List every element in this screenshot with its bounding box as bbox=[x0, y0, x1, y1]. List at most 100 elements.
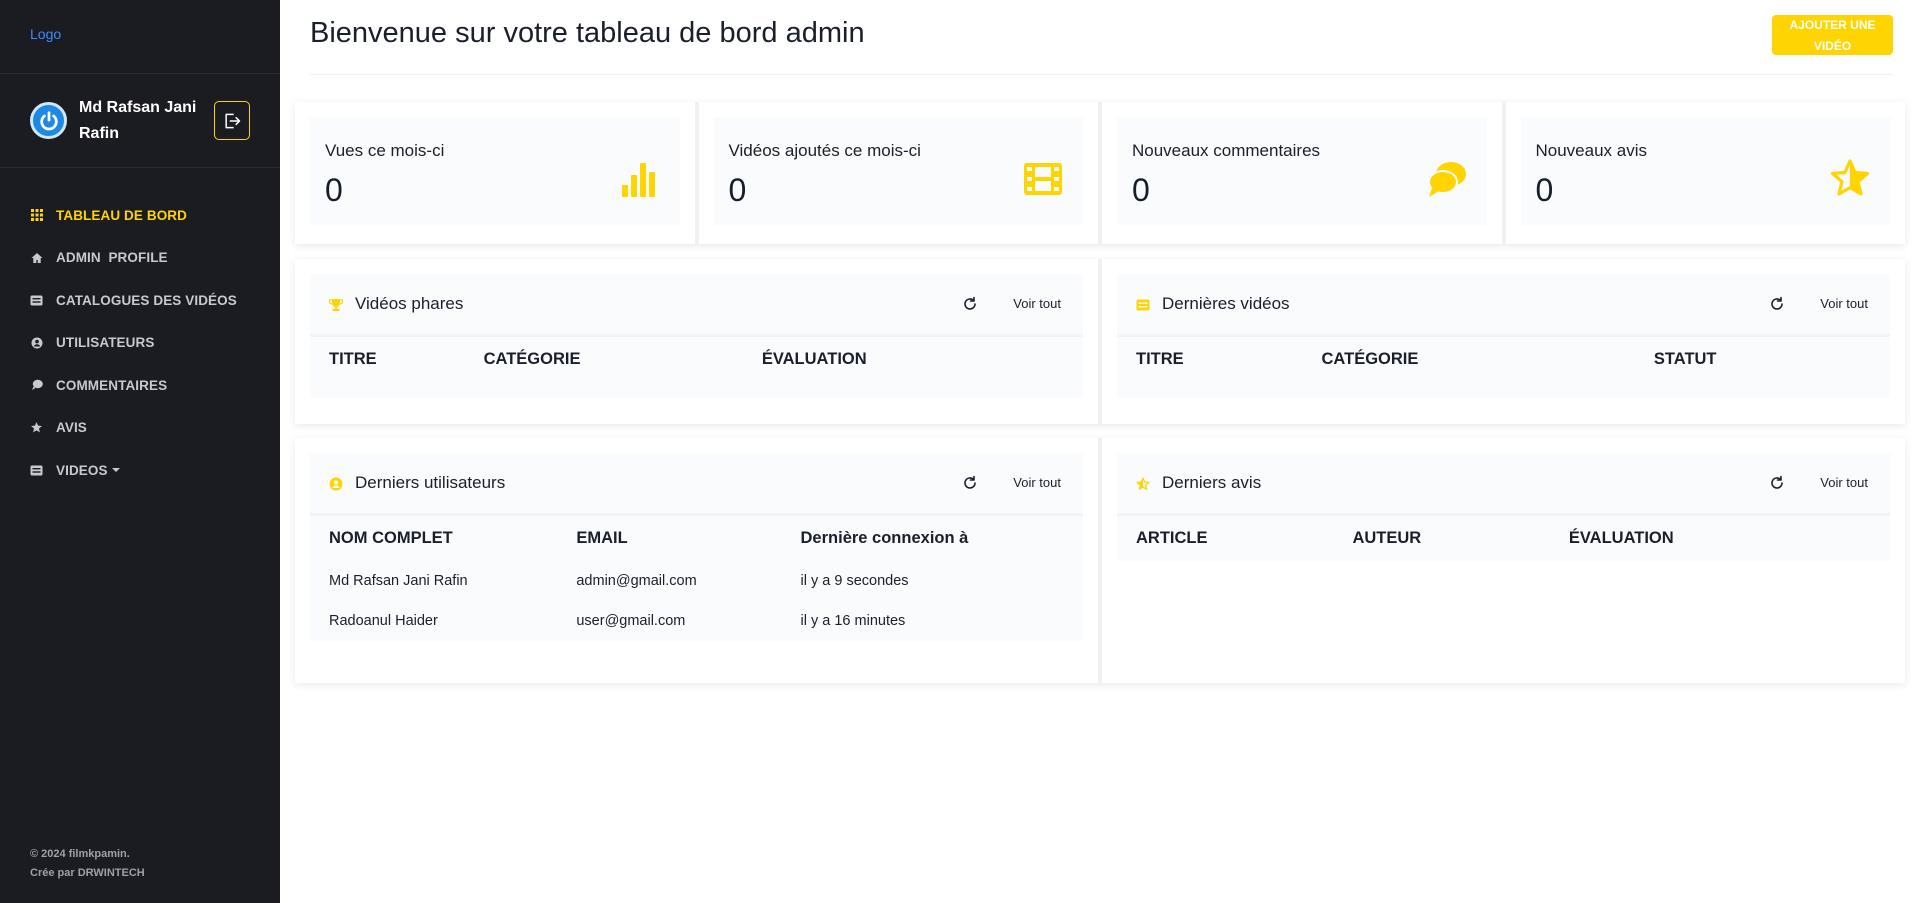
film-icon bbox=[1024, 163, 1062, 195]
latest-videos-table: TITRE CATÉGORIE STATUT bbox=[1117, 334, 1890, 398]
users-icon bbox=[329, 477, 343, 491]
user-full-name: Radoanul Haider bbox=[329, 612, 438, 629]
panel-header: Derniers utilisateurs Voir tout bbox=[310, 453, 1083, 513]
refresh-icon[interactable] bbox=[962, 475, 978, 491]
nav-label: VIDEOS bbox=[56, 462, 108, 478]
column-header[interactable]: CATÉGORIE bbox=[1302, 334, 1635, 382]
panel-top-videos: Vidéos phares Voir tout TITRE CATÉGORIE … bbox=[295, 259, 1102, 424]
chevron-down-icon bbox=[111, 468, 120, 473]
stat-label: Vues ce mois-ci bbox=[325, 141, 445, 160]
stats-row: Vues ce mois-ci 0 Vidéos ajoutés ce mois… bbox=[295, 102, 1905, 244]
sidebar: Logo Md Rafsan Jani Rafin TABLEAU DE BOR… bbox=[0, 0, 280, 903]
column-header[interactable]: ÉVALUATION bbox=[1549, 513, 1890, 561]
video-icon bbox=[30, 294, 43, 307]
sidebar-nav: TABLEAU DE BORD ADMIN PROFILE CATALOGUES… bbox=[0, 168, 280, 492]
sidebar-logo-row: Logo bbox=[0, 0, 280, 74]
column-header[interactable]: AUTEUR bbox=[1333, 513, 1550, 561]
copyright: © 2024 filmkpamin. bbox=[30, 848, 130, 860]
user-last-login: il y a 16 minutes bbox=[800, 612, 906, 629]
user-block: Md Rafsan Jani Rafin bbox=[0, 74, 280, 168]
user-email: admin@gmail.com bbox=[576, 572, 697, 589]
main-content: Bienvenue sur votre tableau de bord admi… bbox=[280, 0, 1919, 903]
panel-header: Dernières vidéos Voir tout bbox=[1117, 274, 1890, 334]
nav-item-comments[interactable]: COMMENTAIRES bbox=[0, 364, 280, 407]
stat-value: 0 bbox=[1132, 172, 1150, 208]
bar-chart-icon bbox=[621, 163, 655, 197]
nav-item-admin-profile[interactable]: ADMIN PROFILE bbox=[0, 237, 280, 280]
user-last-login: il y a 9 secondes bbox=[800, 572, 909, 589]
column-header[interactable]: STATUT bbox=[1634, 334, 1890, 382]
table-row[interactable]: Md Rafsan Jani Rafin admin@gmail.com il … bbox=[310, 561, 1083, 601]
column-header[interactable]: ARTICLE bbox=[1117, 513, 1334, 561]
refresh-icon[interactable] bbox=[1769, 296, 1785, 312]
column-header[interactable]: ÉVALUATION bbox=[742, 334, 1083, 382]
users-icon bbox=[30, 336, 43, 349]
nav-label: COMMENTAIRES bbox=[56, 377, 168, 393]
logout-icon bbox=[225, 113, 241, 128]
stat-value: 0 bbox=[325, 172, 343, 208]
refresh-icon[interactable] bbox=[962, 296, 978, 312]
nav-label: ADMIN PROFILE bbox=[56, 250, 168, 266]
user-full-name: Md Rafsan Jani Rafin bbox=[329, 572, 468, 589]
user-name: Md Rafsan Jani Rafin bbox=[79, 98, 197, 142]
column-header[interactable]: Dernière connexion à bbox=[781, 513, 1083, 561]
panel-latest-reviews: Derniers avis Voir tout ARTICLE AUTEUR É… bbox=[1102, 438, 1905, 683]
nav-item-reviews[interactable]: AVIS bbox=[0, 407, 280, 450]
power-icon bbox=[39, 110, 58, 130]
grid-icon bbox=[30, 209, 43, 222]
see-all-link[interactable]: Voir tout bbox=[1820, 475, 1868, 490]
see-all-link[interactable]: Voir tout bbox=[1013, 296, 1061, 311]
column-header[interactable]: TITRE bbox=[1117, 334, 1303, 382]
nav-item-dashboard[interactable]: TABLEAU DE BORD bbox=[0, 194, 280, 237]
panel-title: Derniers utilisateurs bbox=[355, 473, 506, 492]
panel-latest-videos: Dernières vidéos Voir tout TITRE CATÉGOR… bbox=[1102, 259, 1905, 424]
home-icon bbox=[30, 251, 43, 264]
nav-label: UTILISATEURS bbox=[56, 335, 155, 351]
video-icon bbox=[30, 464, 43, 477]
refresh-icon[interactable] bbox=[1769, 475, 1785, 491]
star-icon bbox=[30, 421, 43, 434]
stat-label: Vidéos ajoutés ce mois-ci bbox=[728, 141, 921, 160]
stat-card-new-comments: Nouveaux commentaires 0 bbox=[1102, 102, 1506, 244]
stat-card-videos-added: Vidéos ajoutés ce mois-ci 0 bbox=[699, 102, 1102, 244]
nav-item-video-catalog[interactable]: CATALOGUES DES VIDÉOS bbox=[0, 279, 280, 322]
video-icon bbox=[1136, 299, 1150, 311]
logo-link[interactable]: Logo bbox=[30, 26, 61, 42]
panel-header: Derniers avis Voir tout bbox=[1117, 453, 1890, 513]
nav-item-users[interactable]: UTILISATEURS bbox=[0, 322, 280, 365]
see-all-link[interactable]: Voir tout bbox=[1820, 296, 1868, 311]
credits: Crée par DRWINTECH bbox=[30, 867, 145, 879]
add-video-button[interactable]: AJOUTER UNE VIDÉO bbox=[1772, 15, 1893, 55]
top-videos-table: TITRE CATÉGORIE ÉVALUATION bbox=[310, 334, 1083, 398]
stat-card-new-reviews: Nouveaux avis 0 bbox=[1506, 102, 1906, 244]
see-all-link[interactable]: Voir tout bbox=[1013, 475, 1061, 490]
panel-title: Vidéos phares bbox=[355, 294, 464, 313]
stat-value: 0 bbox=[1535, 172, 1554, 208]
column-header[interactable]: NOM COMPLET bbox=[310, 513, 558, 561]
comments-icon bbox=[30, 379, 43, 392]
panel-title: Derniers avis bbox=[1162, 473, 1262, 492]
panel-title: Dernières vidéos bbox=[1162, 294, 1290, 313]
nav-label: TABLEAU DE BORD bbox=[56, 207, 187, 223]
stat-value: 0 bbox=[728, 172, 747, 208]
table-row[interactable]: Radoanul Haider user@gmail.com il y a 16… bbox=[310, 601, 1083, 641]
user-email: user@gmail.com bbox=[576, 612, 686, 629]
panel-latest-users: Derniers utilisateurs Voir tout NOM COMP… bbox=[295, 438, 1102, 683]
stat-card-views: Vues ce mois-ci 0 bbox=[295, 102, 699, 244]
column-header[interactable]: EMAIL bbox=[557, 513, 782, 561]
latest-reviews-table: ARTICLE AUTEUR ÉVALUATION bbox=[1117, 513, 1890, 561]
panels-row-users-reviews: Derniers utilisateurs Voir tout NOM COMP… bbox=[295, 438, 1905, 683]
sidebar-footer: © 2024 filmkpamin. Crée par DRWINTECH bbox=[30, 845, 145, 883]
column-header[interactable]: CATÉGORIE bbox=[464, 334, 743, 382]
nav-item-videos-dropdown[interactable]: VIDEOS bbox=[0, 449, 280, 492]
star-half-icon bbox=[1136, 477, 1150, 490]
panels-row-videos: Vidéos phares Voir tout TITRE CATÉGORIE … bbox=[295, 259, 1905, 424]
trophy-icon bbox=[329, 299, 343, 311]
logout-button[interactable] bbox=[214, 101, 250, 140]
nav-label: AVIS bbox=[56, 420, 87, 436]
avatar bbox=[30, 102, 67, 139]
topbar: Bienvenue sur votre tableau de bord admi… bbox=[310, 0, 1893, 75]
panel-header: Vidéos phares Voir tout bbox=[310, 274, 1083, 334]
column-header[interactable]: TITRE bbox=[310, 334, 465, 382]
page-title: Bienvenue sur votre tableau de bord admi… bbox=[310, 17, 865, 49]
